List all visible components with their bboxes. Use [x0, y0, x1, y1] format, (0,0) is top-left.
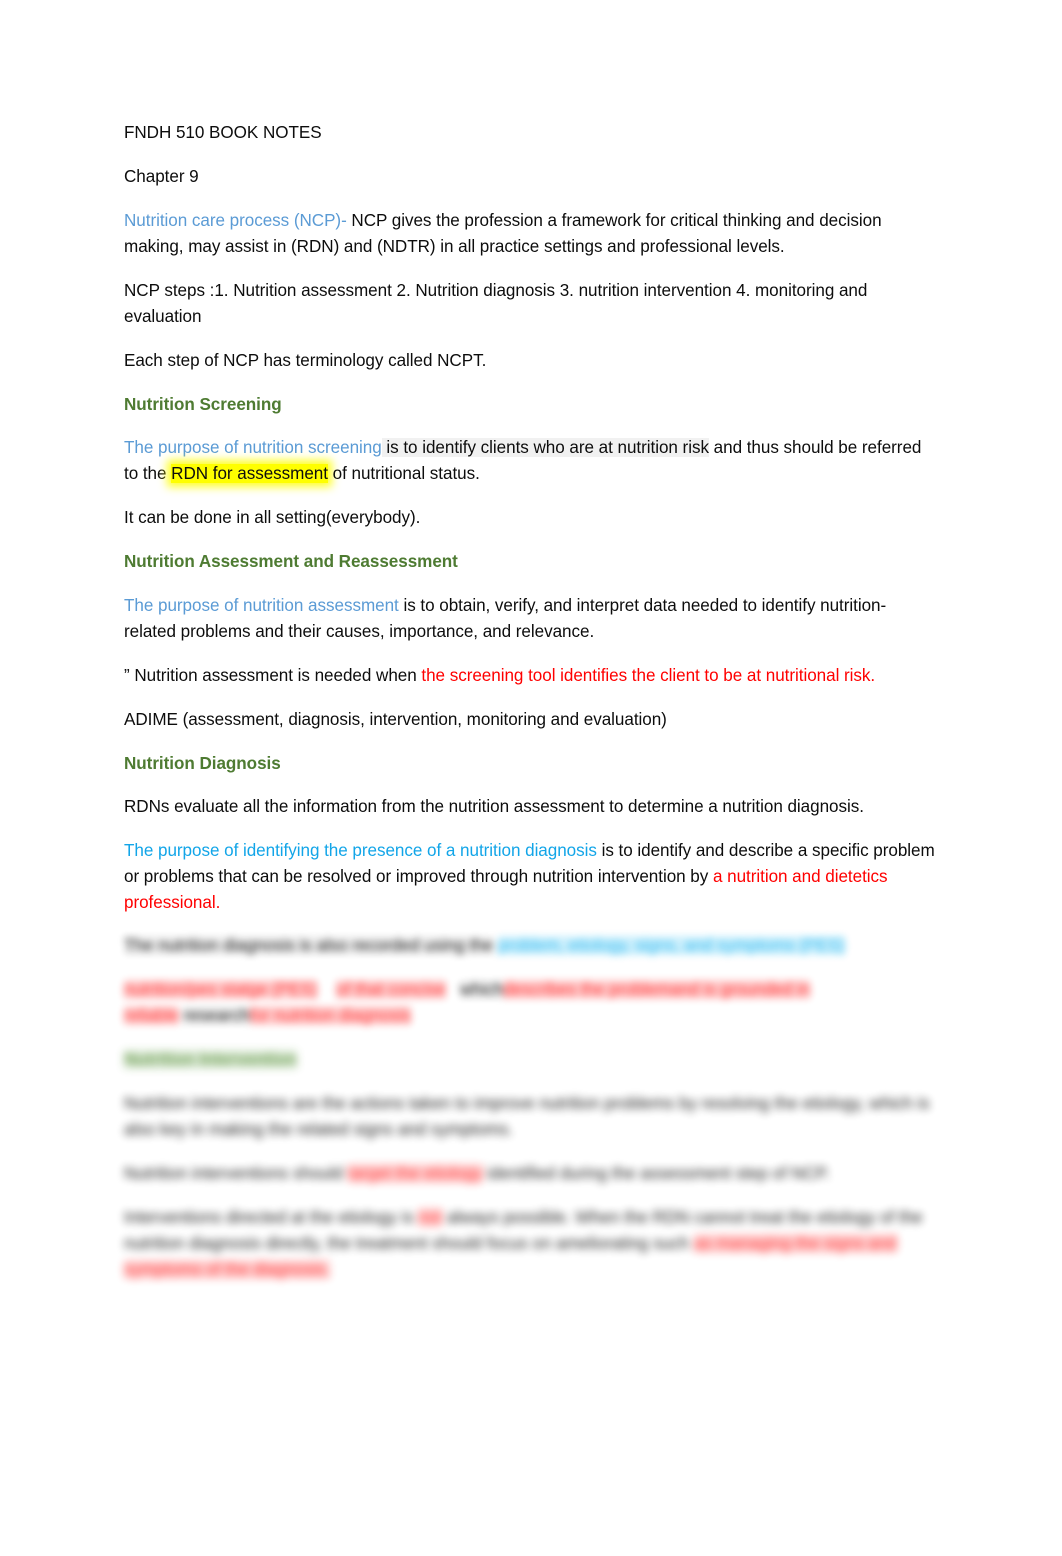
- paragraph-assessment-purpose: The purpose of nutrition assessment is t…: [124, 593, 938, 645]
- document-page: FNDH 510 BOOK NOTES Chapter 9 Nutrition …: [0, 0, 1062, 1556]
- obscured-p3-lead: Interventions directed at the etiology i…: [124, 1207, 414, 1227]
- document-body: FNDH 510 BOOK NOTES Chapter 9 Nutrition …: [124, 120, 938, 1301]
- paragraph-screening-purpose: The purpose of nutrition screening is to…: [124, 435, 938, 487]
- paragraph-diagnosis-rdns: RDNs evaluate all the information from t…: [124, 797, 864, 817]
- screening-purpose-tail: of nutritional status.: [327, 464, 480, 484]
- chapter-label-text: Chapter 9: [124, 166, 199, 186]
- screening-purpose-shaded: is to identify clients who are at nutrit…: [381, 438, 709, 458]
- obscured-heading-intervention: Nutrition Intervention: [124, 1050, 297, 1070]
- obscured-pes-blue: problem, etiology, signs, and symptoms (…: [497, 936, 845, 956]
- obscured-detail-red-b: of that concise: [336, 980, 446, 1000]
- obscured-paragraph-pes-detail: nutrition/pes statge (PES) of that conci…: [124, 977, 938, 1029]
- paragraph-assessment-needed: ” Nutrition assessment is needed when th…: [124, 663, 938, 689]
- obscured-pes-black: The nutrition diagnosis is also recorded…: [124, 936, 494, 956]
- paragraph-ncp-steps: NCP steps :1. Nutrition assessment 2. Nu…: [124, 280, 868, 326]
- obscured-paragraph-intervention-2: Nutrition interventions should target th…: [124, 1161, 938, 1187]
- heading-nutrition-assessment: Nutrition Assessment and Reassessment: [124, 552, 458, 572]
- obscured-paragraph-pes: The nutrition diagnosis is also recorded…: [124, 933, 938, 959]
- obscured-p3-red: not: [418, 1207, 442, 1227]
- heading-nutrition-screening: Nutrition Screening: [124, 394, 282, 414]
- obscured-paragraph-intervention-3: Interventions directed at the etiology i…: [124, 1205, 938, 1283]
- document-title: FNDH 510 BOOK NOTES: [124, 120, 938, 146]
- assessment-needed-red: the screening tool identifies the client…: [421, 665, 876, 685]
- heading-nutrition-diagnosis: Nutrition Diagnosis: [124, 753, 281, 773]
- assessment-purpose-lead: The purpose of nutrition assessment: [124, 595, 399, 615]
- paragraph-diagnosis-purpose: The purpose of identifying the presence …: [124, 838, 938, 916]
- obscured-detail-red-a: nutrition/pes statge (PES): [124, 980, 318, 1000]
- paragraph-ncpt: Each step of NCP has terminology called …: [124, 350, 487, 370]
- assessment-needed-lead: ” Nutrition assessment is needed when: [124, 665, 422, 685]
- paragraph-adime: ADIME (assessment, diagnosis, interventi…: [124, 709, 667, 729]
- obscured-paragraph-intervention-1: Nutrition interventions are the actions …: [124, 1093, 930, 1139]
- diagnosis-purpose-lead: The purpose of identifying the presence …: [124, 841, 597, 861]
- obscured-detail-gray-2: research: [183, 1006, 250, 1026]
- ncp-term-lead: Nutrition care process (NCP)-: [124, 210, 347, 230]
- screening-purpose-lead: The purpose of nutrition screening: [124, 438, 382, 458]
- screening-purpose-highlight: RDN for assessment: [171, 464, 328, 484]
- obscured-p2-lead: Nutrition interventions should: [124, 1163, 343, 1183]
- obscured-p2-red: target the etiology: [347, 1163, 483, 1183]
- chapter-label: Chapter 9: [124, 164, 938, 190]
- obscured-detail-gray: which: [459, 980, 504, 1000]
- obscured-region-lower: Nutrition Intervention Nutrition interve…: [124, 1047, 938, 1282]
- document-title-text: FNDH 510 BOOK NOTES: [124, 123, 322, 142]
- obscured-region-upper: The nutrition diagnosis is also recorded…: [124, 933, 938, 1029]
- obscured-p2-tail: identified during the assessment step of…: [487, 1163, 830, 1183]
- paragraph-screening-setting: It can be done in all setting(everybody)…: [124, 508, 421, 528]
- obscured-detail-red-e: for nutrition diagnosis: [249, 1006, 411, 1026]
- obscured-detail-red-c: describes the problem: [503, 980, 671, 1000]
- paragraph-ncp-intro: Nutrition care process (NCP)- NCP gives …: [124, 208, 938, 260]
